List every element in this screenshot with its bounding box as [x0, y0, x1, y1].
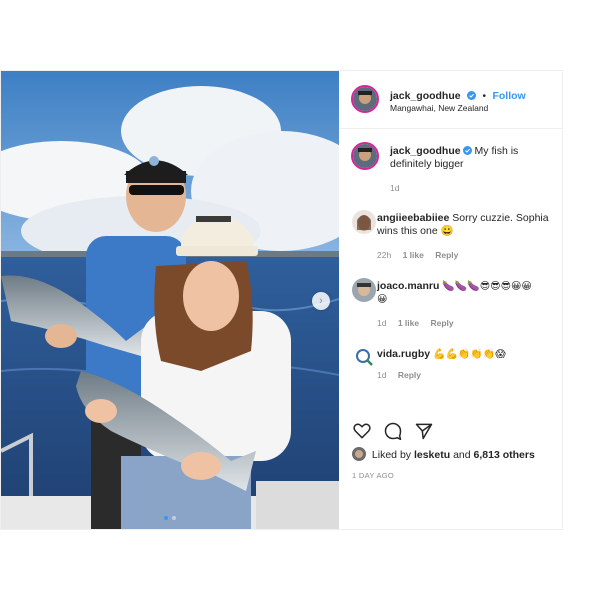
likes-summary: Liked by lesketu and 6,813 others	[352, 447, 535, 461]
pagination-dot	[172, 516, 176, 520]
reply-button[interactable]: Reply	[435, 250, 458, 260]
heart-icon[interactable]	[352, 421, 372, 441]
commenter-avatar[interactable]	[352, 278, 376, 302]
post-side-panel: jack_goodhue • Follow Mangawhai, New Zea…	[339, 71, 562, 529]
pagination-dot-active	[164, 516, 168, 520]
verified-badge-icon	[462, 146, 472, 155]
caption: jack_goodhue My fish is definitely bigge…	[390, 145, 555, 171]
comment-time[interactable]: 22h	[377, 250, 391, 260]
author-avatar[interactable]	[351, 85, 379, 113]
likes-prefix: Liked by	[371, 449, 412, 461]
comment-meta: 1d 1 like Reply	[377, 318, 463, 328]
post-timestamp[interactable]: 1 DAY AGO	[352, 471, 394, 480]
next-photo-button[interactable]: ›	[312, 292, 330, 310]
share-icon[interactable]	[414, 421, 434, 441]
commenter-avatar[interactable]	[352, 210, 376, 234]
caption-meta: 1d	[390, 183, 408, 193]
author-username[interactable]: jack_goodhue	[390, 90, 461, 102]
post-card: › jack_goodhue • Follow Mangawhai, New Z…	[0, 70, 563, 530]
comment: joaco.manru 🍆🍆🍆😎😎😎😀😀😀	[377, 280, 537, 306]
next-arrow-icon: ›	[319, 295, 323, 307]
comment-time[interactable]: 1d	[377, 370, 386, 380]
likes-and: and	[453, 449, 471, 461]
follow-button[interactable]: Follow	[492, 90, 525, 102]
verified-badge-icon	[467, 91, 477, 100]
fishing-photo	[1, 71, 339, 529]
liker-username[interactable]: lesketu	[414, 449, 450, 461]
caption-time[interactable]: 1d	[390, 183, 399, 193]
comment-likes[interactable]: 1 like	[398, 318, 419, 328]
commenter-avatar[interactable]	[352, 345, 376, 369]
comment-username[interactable]: angiieebabiiee	[377, 212, 449, 224]
likes-count[interactable]: 6,813 others	[474, 449, 535, 461]
caption-author-avatar[interactable]	[351, 142, 379, 170]
liker-avatar	[352, 447, 366, 461]
comment-meta: 1d Reply	[377, 370, 430, 380]
photo-pagination	[1, 516, 339, 520]
post-actions	[352, 421, 472, 441]
post-header: jack_goodhue • Follow Mangawhai, New Zea…	[339, 71, 562, 129]
comment: vida.rugby 💪💪👏👏👏😱	[377, 348, 549, 361]
post-photo[interactable]: ›	[1, 71, 339, 529]
comment-username[interactable]: joaco.manru	[377, 280, 439, 292]
separator-bullet: •	[482, 91, 487, 102]
caption-username[interactable]: jack_goodhue	[390, 145, 461, 157]
comment: angiieebabiiee Sorry cuzzie. Sophia wins…	[377, 212, 549, 238]
reply-button[interactable]: Reply	[398, 370, 421, 380]
comment-time[interactable]: 1d	[377, 318, 386, 328]
comment-icon[interactable]	[383, 421, 403, 441]
reply-button[interactable]: Reply	[431, 318, 454, 328]
comment-username[interactable]: vida.rugby	[377, 348, 430, 360]
comment-text: 💪💪👏👏👏😱	[433, 349, 506, 360]
post-location[interactable]: Mangawhai, New Zealand	[390, 103, 488, 113]
comment-meta: 22h 1 like Reply	[377, 250, 467, 260]
comment-likes[interactable]: 1 like	[403, 250, 424, 260]
